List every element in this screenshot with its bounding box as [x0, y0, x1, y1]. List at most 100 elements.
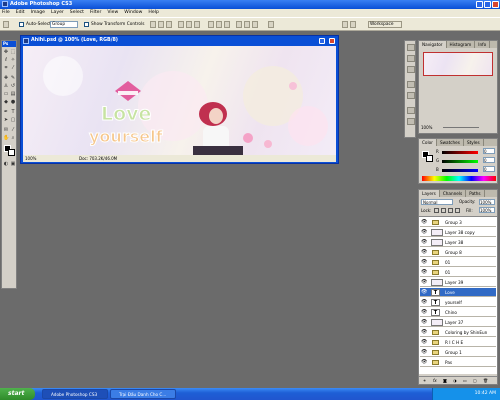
distribute-top-icon[interactable] [208, 21, 214, 28]
adjustment-icon[interactable]: ◑ [453, 378, 457, 383]
eye-icon[interactable]: 👁 [421, 230, 427, 235]
eraser-tool-icon[interactable]: ▭ [3, 91, 9, 97]
eye-icon[interactable]: 👁 [421, 250, 427, 255]
channel-b-slider[interactable] [442, 169, 478, 172]
distribute-right-icon[interactable] [252, 21, 258, 28]
move-tool-icon[interactable]: ✥ [3, 49, 9, 55]
document-canvas[interactable]: Love yourself [23, 46, 336, 155]
dodge-tool-icon[interactable]: ● [10, 99, 16, 105]
path-select-icon[interactable]: ➤ [3, 117, 9, 123]
layer-row[interactable]: 👁 01 [420, 268, 496, 277]
distribute-left-icon[interactable] [236, 21, 242, 28]
fx-icon[interactable]: fx [433, 378, 437, 383]
eye-icon[interactable]: 👁 [421, 330, 427, 335]
layer-row[interactable]: 👁 Pas [420, 358, 496, 367]
workspace-dropdown[interactable]: Workspace [368, 21, 402, 28]
layer-row[interactable]: 👁 T Chino [420, 308, 496, 317]
doc-close-button[interactable] [329, 38, 335, 44]
layer-row[interactable]: 👁 Group 3 [420, 218, 496, 227]
eye-icon[interactable]: 👁 [421, 320, 427, 325]
marquee-tool-icon[interactable]: ⬚ [10, 49, 16, 55]
layer-row[interactable]: 👁 Layer 39 [420, 278, 496, 287]
distribute-bottom-icon[interactable] [224, 21, 230, 28]
slice-tool-icon[interactable]: ⁄ [10, 65, 16, 71]
layer-row[interactable]: 👁 Group 8 [420, 248, 496, 257]
align-bottom-icon[interactable] [166, 21, 172, 28]
distribute-middle-icon[interactable] [216, 21, 222, 28]
clone-source-dock-icon[interactable] [407, 66, 415, 73]
tab-swatches[interactable]: Swatches [437, 139, 464, 146]
eye-icon[interactable]: 👁 [421, 340, 427, 345]
healing-brush-icon[interactable]: ✚ [3, 75, 9, 81]
mask-icon[interactable]: ◙ [443, 378, 447, 383]
blend-mode-dropdown[interactable]: Normal [421, 199, 453, 205]
history-brush-icon[interactable]: ↺ [10, 83, 16, 89]
crop-tool-icon[interactable]: ⌗ [3, 65, 9, 71]
new-group-icon[interactable]: ▭ [463, 378, 467, 383]
document-info[interactable]: Doc: 703.2K/46.0M [79, 155, 117, 162]
quick-mask-icon[interactable]: ◐ [3, 161, 9, 167]
auto-align-icon[interactable] [268, 21, 274, 28]
menu-view[interactable]: View [107, 9, 118, 17]
magic-wand-icon[interactable]: ✧ [10, 57, 16, 63]
clone-stamp-icon[interactable]: ♙ [3, 83, 9, 89]
tab-channels[interactable]: Channels [440, 190, 467, 197]
layer-row[interactable]: 👁 Coloring by ShinEun [420, 328, 496, 337]
menu-edit[interactable]: Edit [16, 9, 25, 17]
tab-color[interactable]: Color [419, 139, 437, 146]
brush-tool-icon[interactable]: ✎ [10, 75, 16, 81]
align-center-icon[interactable] [186, 21, 192, 28]
lock-transparency-icon[interactable] [434, 208, 439, 213]
move-tool-icon[interactable] [3, 21, 9, 28]
menu-window[interactable]: Window [124, 9, 142, 17]
lock-icon[interactable] [455, 208, 460, 213]
lock-position-icon[interactable] [448, 208, 453, 213]
eye-icon[interactable]: 👁 [421, 270, 427, 275]
menu-file[interactable]: File [2, 9, 10, 17]
shape-tool-icon[interactable]: ▢ [10, 117, 16, 123]
layer-row[interactable]: 👁 T Love [420, 288, 496, 297]
channel-b-value[interactable]: 0 [483, 166, 495, 172]
brushes-dock-icon[interactable] [407, 44, 415, 51]
layer-row[interactable]: 👁 Tyourself [420, 298, 496, 307]
background-color-swatch[interactable] [8, 149, 15, 156]
channel-g-value[interactable]: 0 [483, 157, 495, 163]
taskbar-item-browser[interactable]: Trại Đấu Danh Cho C... [110, 389, 176, 399]
brushes-palette-icon[interactable] [342, 21, 348, 28]
color-bg-swatch[interactable] [426, 155, 433, 162]
navigator-preview[interactable] [423, 52, 493, 76]
menu-filter[interactable]: Filter [90, 9, 101, 17]
tab-histogram[interactable]: Histogram [447, 41, 476, 48]
notes-tool-icon[interactable]: ✉ [3, 127, 9, 133]
channel-r-slider[interactable] [442, 151, 478, 154]
eye-icon[interactable]: 👁 [421, 240, 427, 245]
type-tool-icon[interactable]: T [10, 109, 16, 115]
channel-r-value[interactable]: 0 [483, 148, 495, 154]
distribute-center-icon[interactable] [244, 21, 250, 28]
link-layers-icon[interactable]: ⚭ [423, 378, 426, 383]
color-ramp[interactable] [422, 176, 496, 181]
hand-tool-icon[interactable]: ✋ [3, 135, 9, 141]
maximize-button[interactable] [484, 1, 491, 8]
menu-help[interactable]: Help [148, 9, 158, 17]
opacity-input[interactable]: 100% [479, 199, 495, 205]
layer-row[interactable]: 👁 Layer 38 [420, 238, 496, 247]
fill-input[interactable]: 100% [479, 207, 495, 213]
eye-icon[interactable]: 👁 [421, 300, 427, 305]
layer-row[interactable]: 👁 01 [420, 258, 496, 267]
taskbar-item-photoshop[interactable]: Adobe Photoshop CS3 [42, 389, 108, 399]
screen-mode-icon[interactable]: ▣ [10, 161, 16, 167]
minimize-button[interactable] [476, 1, 483, 8]
align-top-icon[interactable] [150, 21, 156, 28]
zoom-tool-icon[interactable]: ⌕ [10, 135, 16, 141]
clock[interactable]: 10:42 AM [475, 391, 496, 396]
blur-tool-icon[interactable]: ◆ [3, 99, 9, 105]
eye-icon[interactable]: 👁 [421, 260, 427, 265]
auto-select-dropdown[interactable]: Group [50, 21, 78, 28]
align-right-icon[interactable] [194, 21, 200, 28]
eye-icon[interactable]: 👁 [421, 310, 427, 315]
document-window[interactable]: Ahihi.psd @ 100% (Love, RGB/8) Love your… [20, 35, 339, 164]
auto-select-checkbox[interactable] [19, 22, 24, 27]
layer-row[interactable]: 👁 R I C H E [420, 338, 496, 347]
actions-dock-icon[interactable] [407, 92, 415, 99]
